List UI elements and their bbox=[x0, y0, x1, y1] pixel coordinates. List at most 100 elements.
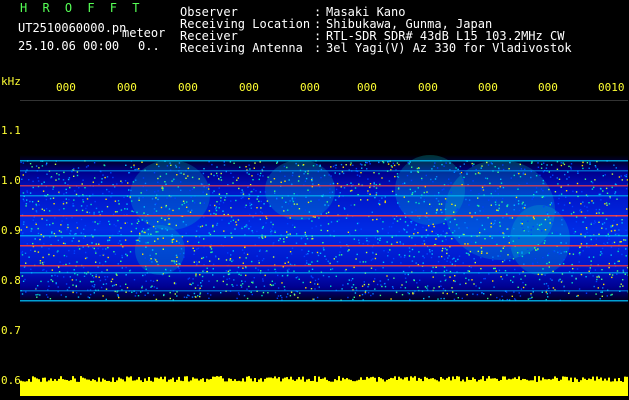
noise-bar-segment bbox=[336, 380, 338, 396]
noise-dot bbox=[360, 228, 362, 230]
noise-dot bbox=[407, 200, 410, 203]
noise-dot bbox=[91, 285, 94, 287]
noise-bar-segment bbox=[186, 376, 188, 396]
x-tick-label: 000 bbox=[478, 81, 498, 94]
noise-dot bbox=[142, 196, 144, 199]
noise-dot bbox=[107, 256, 109, 259]
noise-dot bbox=[271, 280, 273, 282]
noise-dot bbox=[46, 219, 48, 221]
noise-dot bbox=[166, 165, 169, 167]
noise-dot bbox=[479, 232, 481, 234]
noise-dot bbox=[530, 233, 532, 236]
noise-dot bbox=[560, 162, 562, 164]
noise-dot bbox=[601, 269, 603, 271]
noise-dot bbox=[565, 190, 568, 192]
noise-dot bbox=[280, 295, 282, 297]
noise-dot bbox=[404, 212, 406, 215]
noise-dot bbox=[56, 251, 58, 253]
noise-dot bbox=[37, 177, 39, 179]
noise-dot bbox=[513, 174, 515, 177]
noise-dot bbox=[215, 209, 218, 212]
noise-bar-segment bbox=[626, 376, 628, 396]
noise-dot bbox=[497, 187, 499, 190]
noise-dot bbox=[524, 204, 526, 206]
noise-dot bbox=[529, 297, 531, 300]
noise-dot bbox=[557, 251, 559, 254]
noise-dot bbox=[503, 216, 505, 219]
noise-dot bbox=[475, 241, 477, 244]
noise-bar-segment bbox=[132, 380, 134, 396]
noise-dot bbox=[211, 251, 213, 253]
noise-dot bbox=[226, 283, 228, 286]
noise-dot bbox=[588, 270, 590, 272]
noise-dot bbox=[369, 163, 371, 165]
noise-dot bbox=[446, 269, 448, 272]
noise-dot bbox=[123, 196, 125, 199]
noise-dot bbox=[502, 261, 504, 263]
noise-bar-segment bbox=[492, 378, 494, 396]
noise-dot bbox=[554, 211, 556, 213]
noise-dot bbox=[413, 279, 415, 282]
noise-dot bbox=[593, 285, 595, 288]
noise-dot bbox=[408, 247, 411, 249]
noise-bar-segment bbox=[610, 381, 612, 396]
noise-bar-segment bbox=[286, 377, 288, 396]
noise-dot bbox=[576, 182, 579, 185]
noise-dot bbox=[441, 240, 444, 242]
noise-dot bbox=[22, 232, 24, 234]
noise-dot bbox=[320, 229, 322, 231]
noise-bar-segment bbox=[428, 379, 430, 396]
noise-dot bbox=[134, 295, 137, 297]
noise-dot bbox=[531, 296, 533, 299]
noise-bar-segment bbox=[476, 381, 478, 396]
noise-dot bbox=[137, 239, 139, 241]
noise-dot bbox=[223, 164, 226, 166]
noise-bar-segment bbox=[88, 379, 90, 396]
noise-bar-segment bbox=[62, 379, 64, 396]
noise-dot bbox=[284, 262, 286, 264]
noise-dot bbox=[274, 268, 276, 271]
noise-dot bbox=[561, 219, 563, 221]
noise-dot bbox=[621, 219, 623, 221]
noise-dot bbox=[592, 256, 595, 258]
noise-dot bbox=[356, 174, 359, 176]
noise-dot bbox=[537, 228, 539, 230]
noise-dot bbox=[49, 224, 51, 226]
noise-dot bbox=[340, 163, 343, 166]
noise-dot bbox=[89, 293, 92, 296]
noise-dot bbox=[378, 161, 380, 164]
noise-dot bbox=[92, 181, 94, 183]
noise-dot bbox=[509, 247, 511, 249]
noise-dot bbox=[100, 181, 103, 183]
noise-dot bbox=[42, 256, 44, 259]
noise-bar-segment bbox=[542, 377, 544, 396]
noise-dot bbox=[465, 277, 467, 279]
noise-dot bbox=[32, 219, 34, 221]
noise-dot bbox=[171, 260, 173, 262]
noise-dot bbox=[21, 252, 23, 254]
noise-dot bbox=[440, 203, 443, 205]
noise-dot bbox=[103, 253, 105, 256]
noise-dot bbox=[202, 191, 204, 193]
noise-dot bbox=[539, 174, 541, 176]
noise-dot bbox=[175, 263, 178, 266]
noise-dot bbox=[369, 186, 371, 189]
noise-dot bbox=[515, 196, 518, 199]
noise-bar-segment bbox=[82, 377, 84, 396]
noise-dot bbox=[171, 240, 173, 242]
noise-dot bbox=[595, 208, 597, 211]
noise-dot bbox=[98, 243, 100, 245]
noise-dot bbox=[432, 266, 434, 269]
carrier-line bbox=[20, 265, 628, 267]
noise-dot bbox=[215, 213, 217, 215]
noise-dot bbox=[457, 258, 459, 261]
noise-dot bbox=[563, 251, 565, 253]
noise-dot bbox=[273, 178, 276, 180]
noise-dot bbox=[422, 226, 424, 228]
noise-bar-segment bbox=[380, 378, 382, 396]
noise-bar-segment bbox=[80, 376, 82, 396]
hrofft-window: H R O F F T UT2510060000.pn meteor 25.10… bbox=[0, 0, 629, 400]
noise-dot bbox=[354, 292, 357, 294]
noise-dot bbox=[180, 248, 183, 250]
noise-dot bbox=[487, 233, 490, 235]
